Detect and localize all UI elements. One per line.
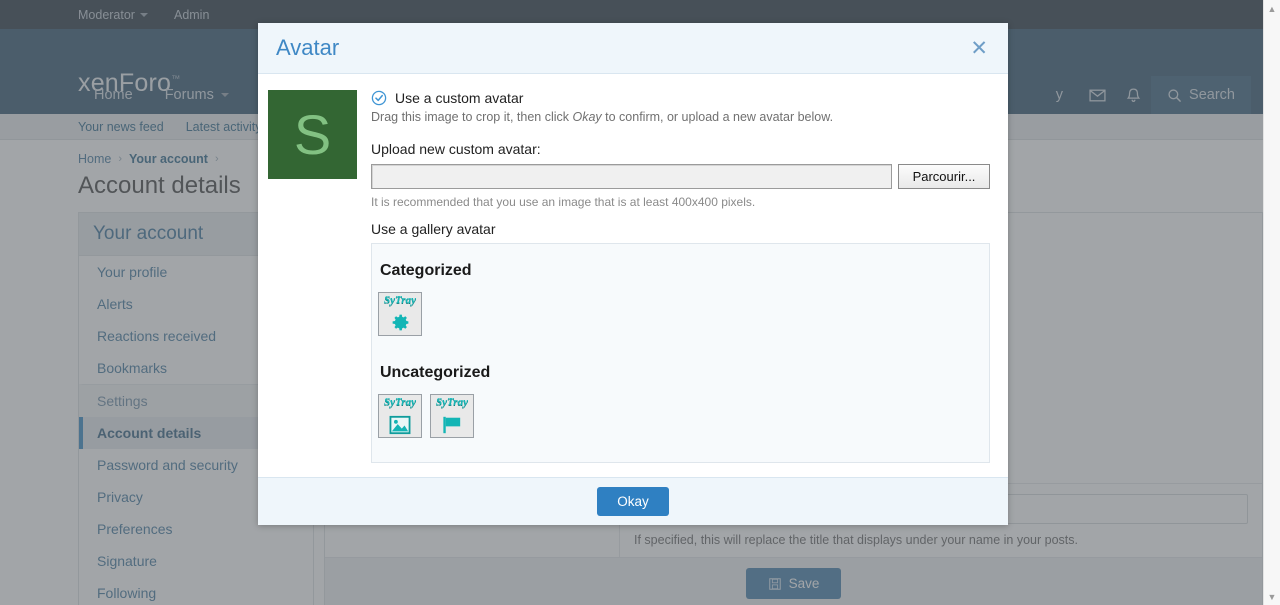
scroll-up-icon[interactable]: ▲ bbox=[1264, 0, 1280, 17]
use-custom-avatar-label: Use a custom avatar bbox=[395, 90, 523, 106]
gear-icon bbox=[379, 312, 421, 333]
picture-icon bbox=[379, 415, 421, 435]
file-upload-control: Parcourir... bbox=[371, 164, 990, 189]
sytray-logo-text: SyTray bbox=[431, 396, 473, 408]
dialog-title: Avatar bbox=[276, 35, 339, 61]
upload-label: Upload new custom avatar: bbox=[371, 141, 990, 157]
sytray-logo-text: SyTray bbox=[379, 396, 421, 408]
dialog-body: S Use a custom avatar Drag this image to… bbox=[258, 74, 1008, 477]
dialog-header: Avatar ✕ bbox=[258, 23, 1008, 74]
check-circle-icon bbox=[371, 90, 387, 106]
gallery-category-uncategorized: Uncategorized bbox=[372, 364, 989, 382]
okay-button[interactable]: Okay bbox=[597, 487, 669, 516]
dialog-footer: Okay bbox=[258, 477, 1008, 525]
dialog-main-column: Use a custom avatar Drag this image to c… bbox=[371, 90, 998, 463]
flag-icon bbox=[431, 415, 473, 435]
crop-note-okay: Okay bbox=[572, 110, 601, 124]
gallery-panel[interactable]: Categorized SyTray Uncate bbox=[371, 243, 990, 463]
avatar-dialog: Avatar ✕ S Use a custom avatar Drag this… bbox=[258, 23, 1008, 525]
scrollbar-thumb[interactable] bbox=[1266, 17, 1279, 317]
crop-note-suffix: to confirm, or upload a new avatar below… bbox=[602, 110, 833, 124]
browser-scrollbar[interactable]: ▲ ▼ bbox=[1263, 0, 1280, 605]
sytray-logo-text: SyTray bbox=[379, 294, 421, 306]
avatar-preview[interactable]: S bbox=[268, 90, 357, 179]
gallery-avatar-flag[interactable]: SyTray bbox=[430, 394, 474, 438]
use-custom-avatar-option[interactable]: Use a custom avatar bbox=[371, 90, 990, 106]
scroll-down-icon[interactable]: ▼ bbox=[1264, 588, 1280, 605]
crop-note-prefix: Drag this image to crop it, then click bbox=[371, 110, 572, 124]
gallery-avatar-picture[interactable]: SyTray bbox=[378, 394, 422, 438]
gallery-row-uncategorized: SyTray SyTray bbox=[372, 394, 989, 438]
gallery-category-categorized: Categorized bbox=[372, 262, 989, 280]
crop-instructions: Drag this image to crop it, then click O… bbox=[371, 110, 990, 124]
screen: Moderator Admin xenForo™ Home Forums bbox=[0, 0, 1280, 605]
upload-recommendation: It is recommended that you use an image … bbox=[371, 195, 990, 209]
file-path-input[interactable] bbox=[371, 164, 892, 189]
gallery-avatar-gear[interactable]: SyTray bbox=[378, 292, 422, 336]
gallery-label: Use a gallery avatar bbox=[371, 221, 990, 237]
avatar-letter: S bbox=[294, 102, 331, 167]
browse-button[interactable]: Parcourir... bbox=[898, 164, 990, 189]
close-icon[interactable]: ✕ bbox=[968, 38, 990, 59]
gallery-row-categorized: SyTray bbox=[372, 292, 989, 336]
